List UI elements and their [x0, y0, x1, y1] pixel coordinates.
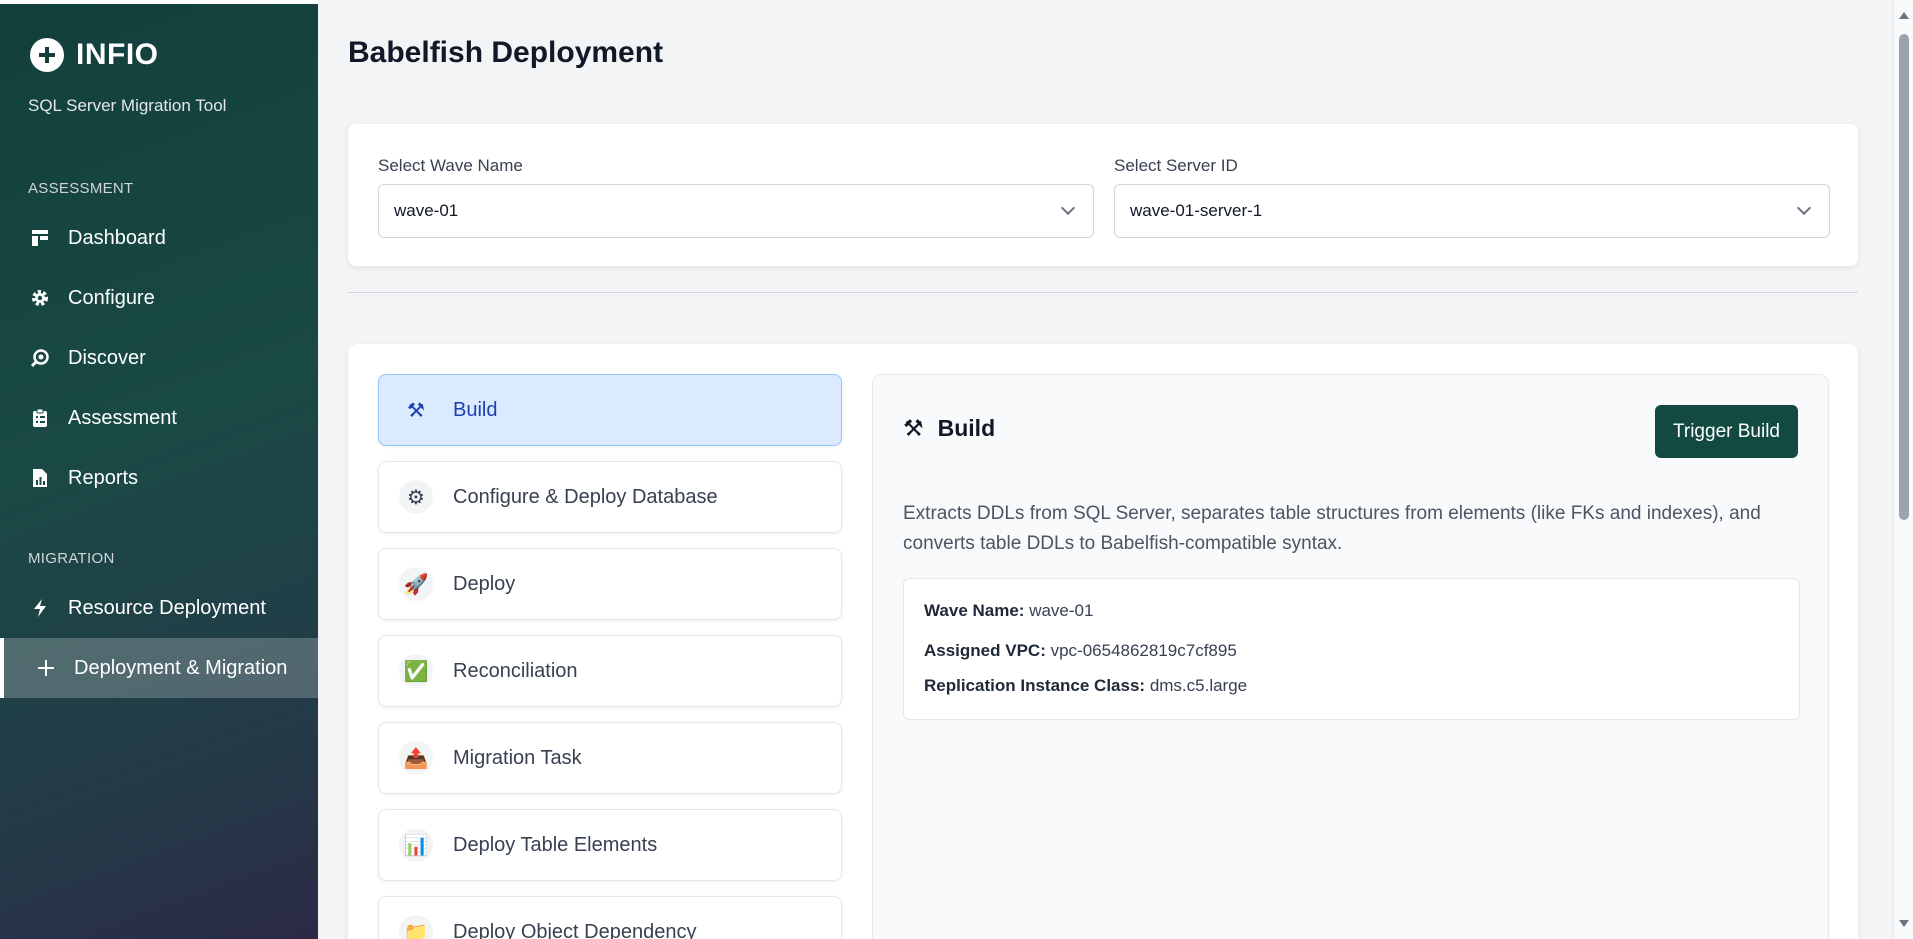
gear-icon [30, 288, 50, 308]
sidebar-item-configure[interactable]: Configure [0, 268, 318, 328]
info-replication-instance-class: Replication Instance Class: dms.c5.large [924, 676, 1247, 696]
wave-select[interactable]: wave-01 [378, 184, 1094, 238]
step-label: Reconciliation [453, 659, 578, 682]
step-label: Build [453, 398, 498, 421]
step-label: Deploy Object Dependency [453, 920, 697, 939]
dashboard-icon [30, 228, 50, 248]
upload-tray-icon: 📤 [399, 741, 433, 775]
info-label: Replication Instance Class: [924, 676, 1146, 695]
brand[interactable]: INFIO [30, 38, 159, 72]
scroll-down-arrow-icon[interactable] [1899, 920, 1909, 927]
info-label: Wave Name: [924, 601, 1025, 620]
step-deploy-object-dependency[interactable]: 📁 Deploy Object Dependency [378, 896, 842, 939]
detail-description: Extracts DDLs from SQL Server, separates… [903, 503, 1761, 554]
scrollbar-thumb[interactable] [1899, 34, 1909, 520]
page-scrollbar[interactable] [1893, 0, 1913, 939]
step-label: Configure & Deploy Database [453, 485, 718, 508]
detail-header: ⚒ Build [903, 415, 995, 442]
info-label: Assigned VPC: [924, 641, 1046, 660]
info-value: dms.c5.large [1149, 676, 1248, 695]
plus-icon [36, 658, 56, 678]
step-label: Deploy Table Elements [453, 833, 658, 856]
plus-circle-logo-icon [30, 38, 64, 72]
step-deploy[interactable]: 🚀 Deploy [378, 548, 842, 620]
sidebar-item-reports[interactable]: Reports [0, 448, 318, 508]
step-reconciliation[interactable]: ✅ Reconciliation [378, 635, 842, 707]
selection-card: Select Wave Name wave-01 Select Server I… [348, 124, 1858, 266]
step-migration-task[interactable]: 📤 Migration Task [378, 722, 842, 794]
deployment-workspace: ⚒ Build ⚙ Configure & Deploy Database 🚀 … [348, 344, 1858, 939]
build-info-box: Wave Name: wave-01 Assigned VPC: vpc-065… [903, 578, 1800, 720]
hammer-wrench-icon: ⚒ [407, 399, 425, 422]
brand-subtitle: SQL Server Migration Tool [28, 96, 227, 115]
sidebar-item-dashboard[interactable]: Dashboard [0, 208, 318, 268]
clipboard-icon [30, 408, 50, 428]
page-title: Babelfish Deployment [348, 36, 664, 69]
search-icon [30, 348, 50, 368]
chevron-down-icon [1796, 200, 1812, 216]
sidebar-item-label: Resource Deployment [68, 596, 266, 619]
sidebar-item-label: Reports [68, 466, 139, 489]
info-value: vpc-0654862819c7cf895 [1050, 641, 1237, 660]
step-deploy-table-elements[interactable]: 📊 Deploy Table Elements [378, 809, 842, 881]
sidebar-item-label: Assessment [68, 406, 177, 429]
sidebar-item-assessment[interactable]: Assessment [0, 388, 318, 448]
folder-icon: 📁 [399, 915, 433, 939]
wave-select-label: Select Wave Name [378, 156, 523, 175]
step-build[interactable]: ⚒ Build [378, 374, 842, 446]
brand-name: INFIO [76, 38, 159, 71]
gear-icon: ⚙ [399, 480, 433, 514]
bolt-icon [30, 598, 50, 618]
sidebar: INFIO SQL Server Migration Tool ASSESSME… [0, 0, 318, 939]
step-label: Migration Task [453, 746, 582, 769]
server-select-label: Select Server ID [1114, 156, 1238, 175]
sidebar-item-label: Dashboard [68, 226, 166, 249]
sidebar-item-label: Deployment & Migration [74, 656, 288, 679]
bar-chart-icon: 📊 [399, 828, 433, 862]
sidebar-item-resource-deployment[interactable]: Resource Deployment [0, 578, 318, 638]
report-icon [30, 468, 50, 488]
server-select[interactable]: wave-01-server-1 [1114, 184, 1830, 238]
wave-select-value: wave-01 [394, 201, 459, 220]
chevron-down-icon [1060, 200, 1076, 216]
sidebar-item-discover[interactable]: Discover [0, 328, 318, 388]
trigger-build-button[interactable]: Trigger Build [1655, 405, 1798, 458]
divider [348, 292, 1858, 293]
info-wave-name: Wave Name: wave-01 [924, 601, 1093, 621]
hammer-wrench-icon: ⚒ [903, 415, 924, 441]
step-detail-panel: ⚒ Build Trigger Build Extracts DDLs from… [872, 374, 1829, 939]
rocket-icon: 🚀 [399, 567, 433, 601]
scroll-up-arrow-icon[interactable] [1899, 12, 1909, 19]
info-value: wave-01 [1029, 601, 1094, 620]
step-configure-deploy-database[interactable]: ⚙ Configure & Deploy Database [378, 461, 842, 533]
check-box-icon: ✅ [399, 654, 433, 688]
sidebar-item-deployment-migration[interactable]: Deployment & Migration [0, 638, 318, 698]
server-select-value: wave-01-server-1 [1130, 201, 1263, 220]
main-content: Babelfish Deployment Select Wave Name wa… [318, 0, 1893, 939]
step-label: Deploy [453, 572, 516, 595]
section-label-assessment: ASSESSMENT [28, 180, 134, 197]
sidebar-item-label: Configure [68, 286, 155, 309]
section-label-migration: MIGRATION [28, 550, 115, 567]
info-assigned-vpc: Assigned VPC: vpc-0654862819c7cf895 [924, 641, 1237, 661]
sidebar-item-label: Discover [68, 346, 146, 369]
detail-title: Build [937, 415, 996, 441]
